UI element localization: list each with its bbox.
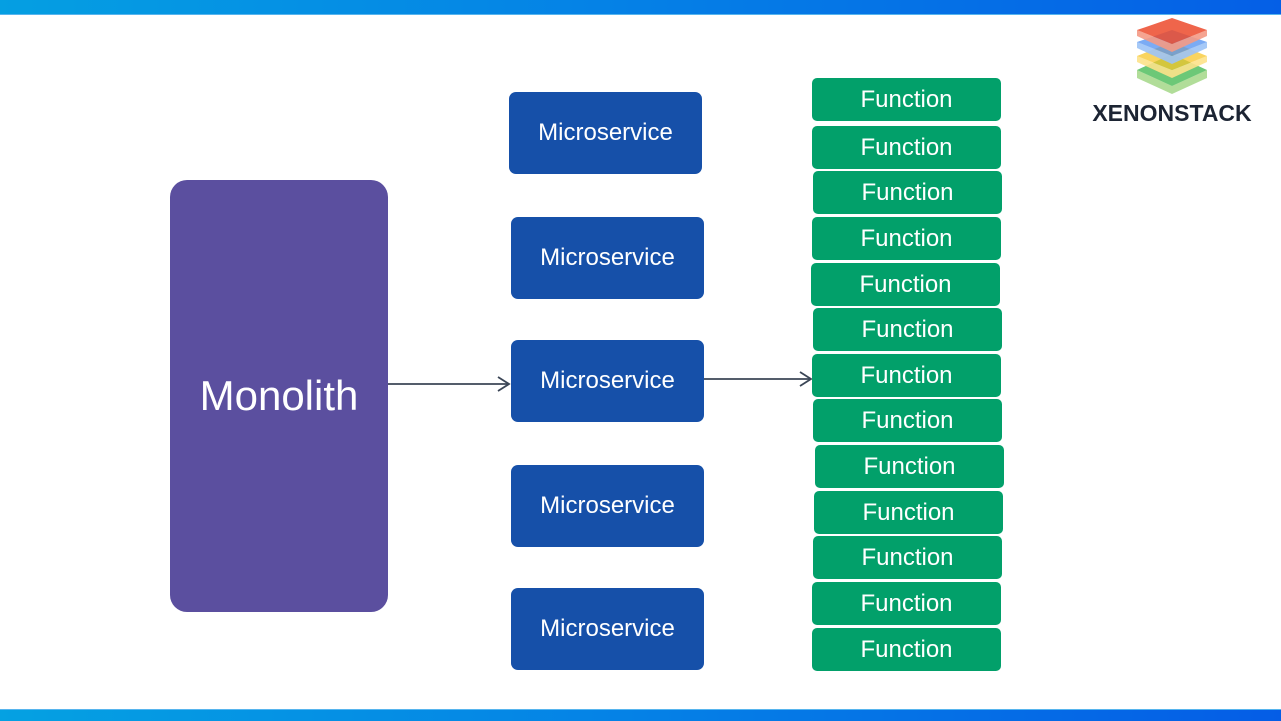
microservice-label: Microservice	[538, 119, 673, 146]
function-label: Function	[860, 635, 953, 663]
function-box: Function	[812, 582, 1001, 625]
function-box: Function	[813, 536, 1002, 579]
microservice-box: Microservice	[511, 340, 704, 422]
function-box: Function	[812, 217, 1001, 260]
function-label: Function	[860, 224, 953, 252]
function-box: Function	[812, 126, 1001, 169]
function-label: Function	[860, 85, 953, 113]
function-label: Function	[863, 452, 956, 480]
function-box: Function	[813, 171, 1002, 214]
function-label: Function	[862, 498, 955, 526]
function-label: Function	[860, 133, 953, 161]
function-box: Function	[814, 491, 1003, 534]
microservice-box: Microservice	[511, 217, 704, 299]
function-label: Function	[861, 178, 954, 206]
function-box: Function	[813, 308, 1002, 351]
function-label: Function	[861, 543, 954, 571]
microservice-label: Microservice	[540, 492, 675, 519]
function-label: Function	[861, 315, 954, 343]
microservice-box: Microservice	[509, 92, 702, 174]
arrow-monolith-to-microservice	[388, 376, 511, 392]
function-box: Function	[813, 399, 1002, 442]
function-box: Function	[812, 628, 1001, 671]
microservice-label: Microservice	[540, 367, 675, 394]
monolith-label: Monolith	[199, 372, 359, 419]
function-box: Function	[811, 263, 1000, 306]
microservice-label: Microservice	[540, 615, 675, 642]
function-label: Function	[859, 270, 952, 298]
function-box: Function	[812, 78, 1001, 121]
microservice-label: Microservice	[540, 244, 675, 271]
function-box: Function	[812, 354, 1001, 397]
function-box: Function	[815, 445, 1004, 488]
monolith-box: Monolith	[170, 180, 388, 612]
arrow-microservice-to-function	[704, 371, 813, 387]
microservice-box: Microservice	[511, 465, 704, 547]
microservice-box: Microservice	[511, 588, 704, 670]
function-label: Function	[861, 406, 954, 434]
function-label: Function	[860, 361, 953, 389]
function-label: Function	[860, 589, 953, 617]
